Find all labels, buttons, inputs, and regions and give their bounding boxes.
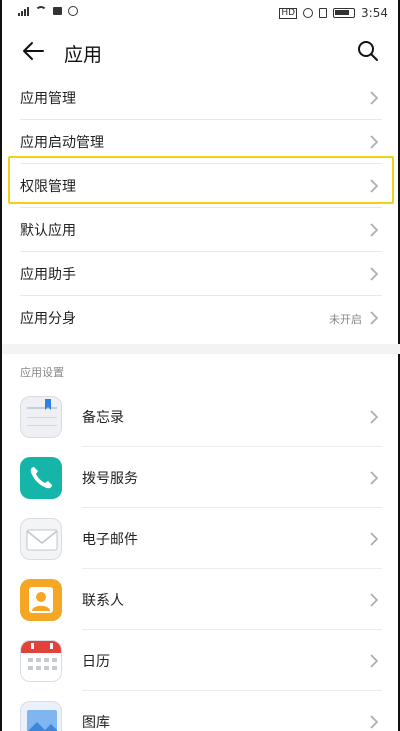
status-time: 3:54 bbox=[361, 6, 388, 20]
hd-icon: HD bbox=[279, 7, 298, 19]
status-left bbox=[18, 6, 78, 16]
chevron-right-icon bbox=[370, 311, 379, 325]
app-row-memo[interactable]: 备忘录 bbox=[20, 386, 382, 447]
app-row-calendar[interactable]: 日历 bbox=[20, 630, 382, 691]
chevron-right-icon bbox=[370, 223, 379, 237]
blocked-icon bbox=[68, 6, 78, 16]
memo-icon bbox=[20, 395, 62, 438]
app-settings-list: 备忘录 拨号服务 电子邮件 联系人 日历 图库 bbox=[2, 386, 400, 731]
contacts-icon bbox=[20, 578, 62, 621]
title-bar: 应用 bbox=[2, 30, 400, 74]
chevron-right-icon bbox=[370, 135, 379, 149]
mail-icon bbox=[20, 517, 62, 560]
menu-item-label: 应用管理 bbox=[20, 90, 76, 107]
notification-icon bbox=[53, 7, 62, 15]
chevron-right-icon bbox=[370, 715, 379, 729]
gallery-icon bbox=[20, 700, 62, 731]
wifi-icon bbox=[35, 6, 47, 16]
chevron-right-icon bbox=[370, 267, 379, 281]
app-name: 图库 bbox=[82, 714, 110, 731]
chevron-right-icon bbox=[370, 654, 379, 668]
battery-icon bbox=[333, 8, 356, 18]
calendar-icon bbox=[20, 639, 62, 682]
menu-item-label: 默认应用 bbox=[20, 222, 76, 239]
menu-item-label: 应用分身 bbox=[20, 311, 76, 327]
menu-item-label: 应用助手 bbox=[20, 266, 76, 283]
app-row-gallery[interactable]: 图库 bbox=[20, 691, 382, 731]
chevron-right-icon bbox=[370, 593, 379, 607]
menu-item-app-assistant[interactable]: 应用助手 bbox=[20, 252, 382, 296]
app-name: 备忘录 bbox=[82, 409, 124, 426]
section-divider bbox=[2, 344, 400, 354]
app-row-email[interactable]: 电子邮件 bbox=[20, 508, 382, 569]
section-title: 应用设置 bbox=[20, 366, 64, 379]
status-right: HD 3:54 bbox=[279, 6, 388, 20]
vibrate-icon bbox=[319, 8, 328, 18]
app-name: 拨号服务 bbox=[82, 470, 138, 487]
chevron-right-icon bbox=[370, 471, 379, 485]
app-name: 电子邮件 bbox=[82, 531, 138, 548]
signal-icon bbox=[18, 6, 29, 16]
phone-icon bbox=[20, 456, 62, 499]
status-bar: HD 3:54 bbox=[2, 0, 400, 26]
menu-item-app-twin[interactable]: 应用分身 未开启 bbox=[20, 296, 382, 340]
page-title: 应用 bbox=[64, 44, 103, 66]
app-row-dialer[interactable]: 拨号服务 bbox=[20, 447, 382, 508]
chevron-right-icon bbox=[370, 532, 379, 546]
phone-screen: HD 3:54 应用 应用管理 应用启动管理 权限管理 默认应用 应用助手 应用… bbox=[0, 0, 400, 731]
menu-item-default-apps[interactable]: 默认应用 bbox=[20, 208, 382, 252]
back-arrow-icon[interactable] bbox=[20, 38, 46, 64]
app-row-contacts[interactable]: 联系人 bbox=[20, 569, 382, 630]
app-name: 联系人 bbox=[82, 592, 124, 609]
menu-item-label: 应用启动管理 bbox=[20, 134, 104, 151]
menu-item-app-management[interactable]: 应用管理 bbox=[20, 76, 382, 120]
settings-list: 应用管理 应用启动管理 权限管理 默认应用 应用助手 应用分身 未开启 bbox=[2, 76, 400, 340]
app-name: 日历 bbox=[82, 653, 110, 670]
alarm-icon bbox=[303, 8, 314, 18]
highlight-box bbox=[8, 156, 394, 204]
chevron-right-icon bbox=[370, 410, 379, 424]
chevron-right-icon bbox=[370, 91, 379, 105]
menu-item-value: 未开启 bbox=[329, 313, 362, 326]
search-icon[interactable] bbox=[356, 39, 380, 63]
